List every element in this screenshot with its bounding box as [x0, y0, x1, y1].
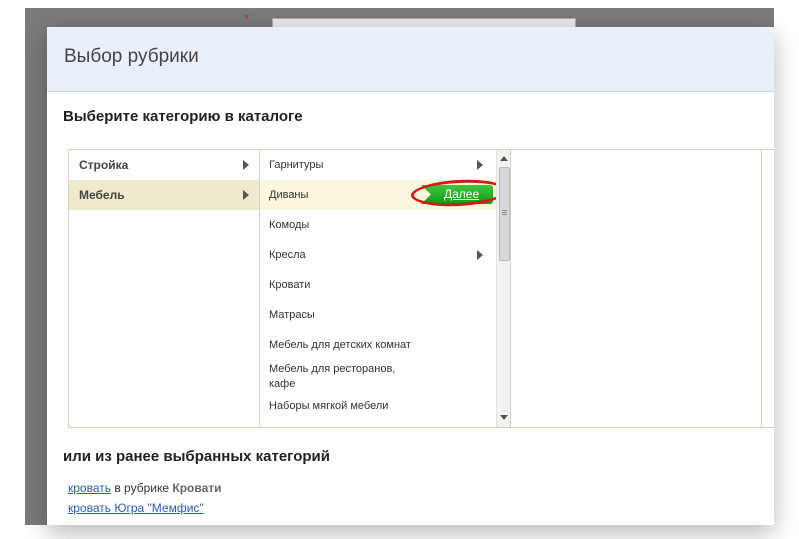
recent-heading: или из ранее выбранных категорий [63, 448, 330, 465]
grip-icon [502, 210, 507, 211]
chevron-right-icon [243, 160, 249, 170]
background-form-strip: * [25, 8, 774, 29]
scroll-up-arrow-icon[interactable] [500, 156, 508, 161]
level1-item-label: Мебель [79, 188, 125, 202]
scroll-down-arrow-icon[interactable] [500, 415, 508, 420]
category-dialog: Выбор рубрики Выберите категорию в катал… [47, 27, 774, 525]
level2-item-label: Кресла [269, 249, 306, 261]
recent-link[interactable]: кровать [68, 481, 111, 495]
level2-item-label: Наборы мягкой мебели [269, 400, 389, 412]
scrollbar-thumb[interactable] [499, 167, 510, 261]
level2-item-garnitury[interactable]: Гарнитуры [260, 150, 496, 180]
recent-item: кровать в рубрике Кровати [68, 481, 222, 495]
level2-item-soft-sets[interactable]: Наборы мягкой мебели [260, 396, 496, 426]
chevron-right-icon [477, 160, 483, 170]
level2-item-label: Гарнитуры [269, 159, 324, 171]
chevron-right-icon [477, 250, 483, 260]
recent-link[interactable]: кровать Югра "Мемфис" [68, 501, 204, 515]
level2-item-restaurant-furniture[interactable]: Мебель для ресторанов, кафе [260, 360, 496, 396]
level2-item-label: Комоды [269, 219, 310, 231]
catalog-heading: Выберите категорию в каталоге [63, 108, 303, 125]
level2-item-label: Матрасы [269, 309, 315, 321]
level2-item-label: Мебель для ресторанов, кафе [269, 363, 396, 390]
level2-item-kresla[interactable]: Кресла [260, 240, 496, 270]
level2-scrollbar[interactable] [496, 150, 510, 427]
level2-item-krovati[interactable]: Кровати [260, 270, 496, 300]
level2-item-komody[interactable]: Комоды [260, 210, 496, 240]
recent-rubric-name: Кровати [172, 481, 222, 495]
level3-column-divider [761, 150, 762, 427]
dialog-title: Выбор рубрики [64, 46, 199, 67]
level2-column: Гарнитуры Диваны Комоды Кресла Кровати М… [260, 150, 511, 427]
level1-column: Стройка Мебель [69, 150, 260, 427]
level2-item-label: Кровати [269, 279, 311, 291]
level1-item-label: Стройка [79, 158, 129, 172]
chevron-right-icon [243, 190, 249, 200]
level2-item-kids-furniture[interactable]: Мебель для детских комнат [260, 330, 496, 360]
background-overlay-left [25, 28, 47, 525]
dialog-header: Выбор рубрики [47, 27, 774, 92]
level2-item-matrasy[interactable]: Матрасы [260, 300, 496, 330]
catalog-browser: Стройка Мебель Гарнитуры Диваны Комоды К… [68, 149, 774, 428]
recent-in-rubric-text: в рубрике [114, 481, 170, 495]
level2-item-label: Диваны [269, 189, 309, 201]
level2-item-label: Мебель для детских комнат [269, 339, 411, 351]
level1-item-mebel[interactable]: Мебель [69, 180, 259, 210]
recent-item: кровать Югра "Мемфис" [68, 501, 204, 515]
level1-item-stroika[interactable]: Стройка [69, 150, 259, 180]
required-mark: * [244, 11, 250, 26]
